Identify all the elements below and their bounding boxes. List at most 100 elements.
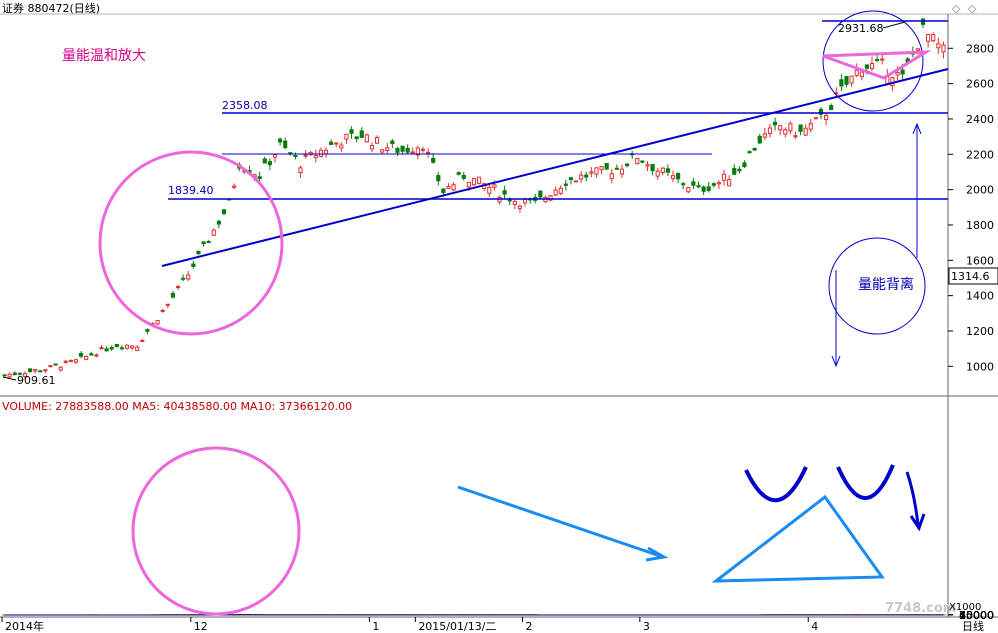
candle-body — [135, 346, 140, 352]
candle-body — [461, 175, 466, 179]
candle-body — [681, 183, 686, 186]
price-axis: 1000 1200 1400 1600 1800 2000 2200 2400 2600 2800 — [948, 42, 994, 373]
candle-body — [538, 190, 543, 198]
candle-body — [609, 173, 614, 180]
restore-icon[interactable]: ◇ — [952, 2, 961, 15]
candle-body — [124, 344, 130, 349]
candle-body — [278, 138, 283, 143]
ascending-trendline — [161, 68, 949, 267]
candle-body — [880, 58, 885, 61]
candle-body — [410, 151, 415, 154]
candle-body — [334, 142, 339, 145]
candle-body — [701, 186, 706, 192]
volume-unit-label: X1000 — [949, 602, 981, 613]
price-tick-label: 2600 — [966, 78, 994, 91]
candle-body — [512, 200, 517, 205]
candle-body — [676, 172, 681, 180]
candle-body — [79, 352, 84, 357]
candle-body — [941, 44, 946, 53]
candle-body — [466, 181, 471, 188]
period-label: 日线 — [962, 619, 984, 633]
candle-body — [813, 117, 818, 120]
candle-body — [660, 167, 665, 173]
date-axis: 2014年 12 1 2015/01/13/二 2 3 4 — [1, 617, 818, 633]
top-pink-triangle — [822, 50, 932, 80]
candle-body — [48, 365, 53, 368]
candle-body — [747, 151, 752, 154]
candle-body — [691, 181, 696, 186]
note-warm-volume: 量能温和放大 — [62, 48, 146, 64]
date-label: 12 — [194, 620, 208, 633]
candle-body — [303, 154, 308, 157]
candle-body — [33, 369, 38, 372]
candle-body — [446, 185, 451, 189]
candle-body — [68, 360, 73, 363]
candle-body — [767, 127, 773, 134]
candle-body — [425, 151, 431, 154]
candle-body — [53, 363, 58, 366]
candle-body — [160, 309, 165, 312]
candle-body — [12, 372, 17, 376]
candle-body — [635, 157, 640, 165]
candle-body — [772, 121, 778, 126]
date-label: 2014年 — [5, 619, 44, 633]
candle-body — [721, 173, 727, 181]
price-tick-label: 2400 — [966, 113, 994, 126]
candle-body — [584, 174, 589, 178]
candle-body — [655, 170, 660, 177]
candle-body — [84, 355, 89, 360]
candle-body — [589, 171, 594, 174]
candle-body — [829, 105, 834, 111]
candle-body — [522, 198, 528, 204]
candle-body — [436, 175, 441, 182]
candle-body — [385, 147, 390, 151]
candle-body — [298, 167, 303, 174]
candle-body — [2, 374, 7, 377]
date-label: 3 — [643, 620, 650, 633]
candle-body — [155, 320, 160, 325]
candle-body — [752, 147, 757, 151]
watermark: 7748.com — [885, 601, 956, 616]
volume-arc-left — [744, 466, 808, 503]
price-tick-label: 2000 — [966, 184, 994, 197]
level-label-1839: 1839.40 — [168, 184, 214, 197]
candle-body — [594, 167, 599, 175]
candle-body — [94, 354, 99, 357]
candle-body — [808, 123, 813, 130]
candle-body — [558, 187, 563, 194]
candle-body — [364, 134, 369, 143]
candle-body — [599, 166, 604, 171]
candle-body — [130, 345, 135, 349]
price-tick-label: 2200 — [966, 148, 994, 161]
candle-body — [186, 274, 191, 280]
candle-body — [216, 220, 221, 225]
close-icon[interactable]: ◇ — [968, 2, 977, 15]
candle-body — [563, 183, 568, 186]
candle-body — [38, 370, 43, 373]
candle-body — [640, 160, 645, 163]
candle-body — [716, 182, 722, 185]
candle-body — [329, 141, 334, 145]
candle-body — [206, 241, 211, 244]
candle-body — [221, 209, 227, 215]
candle-body — [7, 373, 12, 378]
candle-body — [900, 69, 905, 75]
candle-body — [778, 125, 783, 131]
candle-body — [456, 172, 461, 175]
candle-body — [451, 184, 456, 191]
candle-body — [196, 250, 201, 254]
candle-body — [140, 339, 145, 342]
candle-body — [211, 229, 216, 236]
candle-body — [864, 64, 869, 69]
candle-body — [798, 124, 803, 132]
candle-body — [931, 34, 936, 42]
candle-body — [232, 185, 237, 188]
candle-body — [201, 241, 206, 245]
candle-body — [706, 186, 711, 191]
candle-body — [191, 263, 196, 268]
candle-body — [313, 155, 318, 159]
candle-body — [762, 133, 767, 138]
candle-body — [390, 140, 395, 144]
candle-body — [262, 158, 267, 164]
candle-body — [614, 167, 619, 170]
